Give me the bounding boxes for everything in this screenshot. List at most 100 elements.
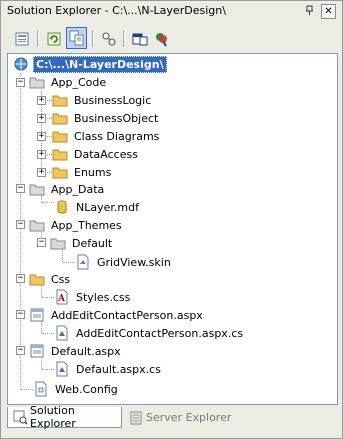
asp-net-configuration-button[interactable] <box>151 28 172 49</box>
close-icon: ✕ <box>324 5 333 17</box>
server-explorer-icon <box>128 410 144 426</box>
folder-icon <box>52 128 68 144</box>
folder-icon <box>52 146 68 162</box>
tree-item-class-diagrams[interactable]: Class Diagrams <box>52 127 161 145</box>
folder-icon <box>52 110 68 126</box>
aspx-file-icon <box>29 307 45 323</box>
title-bar: Solution Explorer - C:\...\N-LayerDesign… <box>1 1 342 21</box>
tree-connector <box>42 333 54 334</box>
tree-connector <box>20 73 21 389</box>
aspx-file-icon <box>29 343 45 359</box>
special-folder-icon <box>29 74 45 90</box>
folder-icon <box>52 164 68 180</box>
asp-net-configuration-icon <box>155 32 167 47</box>
solution-tree: − + + + + + − − − − − − C:\...\N-LayerDe… <box>7 53 338 405</box>
show-all-files-button[interactable] <box>66 27 87 49</box>
css-file-icon: A <box>54 289 70 305</box>
cs-file-icon <box>54 325 70 341</box>
tree-item-app-code[interactable]: App_Code <box>29 73 108 91</box>
solution-explorer-window: Solution Explorer - C:\...\N-LayerDesign… <box>0 0 343 439</box>
tree-item-label: Css <box>51 272 71 286</box>
tree-connector <box>42 369 54 370</box>
tree-item-label: DataAccess <box>74 147 138 161</box>
tree-root-node[interactable]: C:\...\N-LayerDesign\ <box>13 55 167 73</box>
tree-connector <box>21 389 33 390</box>
collapse-toggle[interactable]: − <box>16 310 25 319</box>
tree-item-label: Enums <box>74 165 112 179</box>
tree-item-default-theme[interactable]: Default <box>50 234 114 252</box>
tree-item-label: GridView.skin <box>97 255 171 269</box>
tree-item-default-cs[interactable]: Default.aspx.cs <box>54 360 163 378</box>
view-class-diagram-icon <box>132 33 147 45</box>
tree-item-label: App_Data <box>51 182 105 196</box>
theme-folder-icon <box>50 235 66 251</box>
tree-item-enums[interactable]: Enums <box>52 163 113 181</box>
close-button[interactable]: ✕ <box>321 4 336 19</box>
tree-item-label: Web.Config <box>55 382 118 396</box>
nest-related-files-icon <box>102 32 115 45</box>
window-title: Solution Explorer - C:\...\N-LayerDesign… <box>7 4 226 17</box>
tab-label: Server Explorer <box>146 411 232 424</box>
tree-item-css[interactable]: Css <box>29 270 72 288</box>
expand-toggle[interactable]: + <box>37 168 46 177</box>
tree-item-dataaccess[interactable]: DataAccess <box>52 145 140 163</box>
tree-item-app-data[interactable]: App_Data <box>29 180 106 198</box>
tree-item-label: App_Themes <box>51 218 122 232</box>
tab-label: Solution Explorer <box>30 404 76 430</box>
svg-text:A: A <box>57 294 66 304</box>
tree-item-label: Class Diagrams <box>74 129 160 143</box>
tree-item-label: Default <box>72 236 113 250</box>
tree-item-app-themes[interactable]: App_Themes <box>29 216 124 234</box>
tree-connector <box>42 202 54 203</box>
tree-item-businessobject[interactable]: BusinessObject <box>52 109 160 127</box>
tree-item-addedit-aspx[interactable]: AddEditContactPerson.aspx <box>29 306 205 324</box>
expand-toggle[interactable]: + <box>37 114 46 123</box>
nest-related-files-button[interactable] <box>98 28 119 49</box>
expand-toggle[interactable]: + <box>37 132 46 141</box>
collapse-toggle[interactable]: − <box>16 220 25 229</box>
tree-item-label: Default.aspx.cs <box>76 362 161 376</box>
properties-button[interactable] <box>11 28 32 49</box>
pin-icon[interactable] <box>303 4 316 17</box>
tree-item-nlayer-mdf[interactable]: NLayer.mdf <box>54 198 141 216</box>
cs-file-icon <box>54 361 70 377</box>
view-class-diagram-button[interactable] <box>129 28 150 49</box>
database-icon <box>54 199 70 215</box>
collapse-toggle[interactable]: − <box>16 346 25 355</box>
tree-item-label: NLayer.mdf <box>76 200 139 214</box>
tree-item-label: Styles.css <box>76 290 131 304</box>
tree-root-label: C:\...\N-LayerDesign\ <box>33 55 167 73</box>
collapse-toggle[interactable]: − <box>16 184 25 193</box>
refresh-icon <box>47 32 60 45</box>
tree-item-label: BusinessLogic <box>74 93 152 107</box>
tree-item-businesslogic[interactable]: BusinessLogic <box>52 91 153 109</box>
collapse-toggle[interactable]: − <box>37 238 46 247</box>
refresh-button[interactable] <box>43 28 64 49</box>
tree-item-label: AddEditContactPerson.aspx <box>51 308 203 322</box>
tree-connector <box>63 262 75 263</box>
tree-item-gridview-skin[interactable]: GridView.skin <box>75 253 173 271</box>
expand-toggle[interactable]: + <box>37 150 46 159</box>
tree-item-web-config[interactable]: Web.Config <box>33 380 120 398</box>
properties-icon <box>15 32 28 45</box>
tab-server-explorer[interactable]: Server Explorer <box>124 407 236 428</box>
tree-item-label: App_Code <box>51 75 107 89</box>
tree-item-styles-css[interactable]: A Styles.css <box>54 288 132 306</box>
folder-icon <box>29 271 45 287</box>
special-folder-icon <box>29 217 45 233</box>
toolbar-separator <box>92 30 94 47</box>
tree-item-default-aspx[interactable]: Default.aspx <box>29 342 123 360</box>
collapse-toggle[interactable]: − <box>16 78 25 87</box>
expand-toggle[interactable]: + <box>37 96 46 105</box>
config-file-icon <box>33 381 49 397</box>
toolbar-separator <box>37 30 39 47</box>
tree-item-label: AddEditContactPerson.aspx.cs <box>76 326 244 340</box>
tree-item-label: Default.aspx <box>51 344 121 358</box>
collapse-toggle[interactable]: − <box>16 274 25 283</box>
tab-solution-explorer[interactable]: Solution Explorer <box>7 404 122 430</box>
skin-file-icon <box>75 254 91 270</box>
tree-item-label: BusinessObject <box>74 111 159 125</box>
folder-icon <box>52 92 68 108</box>
tree-item-addedit-cs[interactable]: AddEditContactPerson.aspx.cs <box>54 324 245 342</box>
website-icon <box>13 56 29 72</box>
